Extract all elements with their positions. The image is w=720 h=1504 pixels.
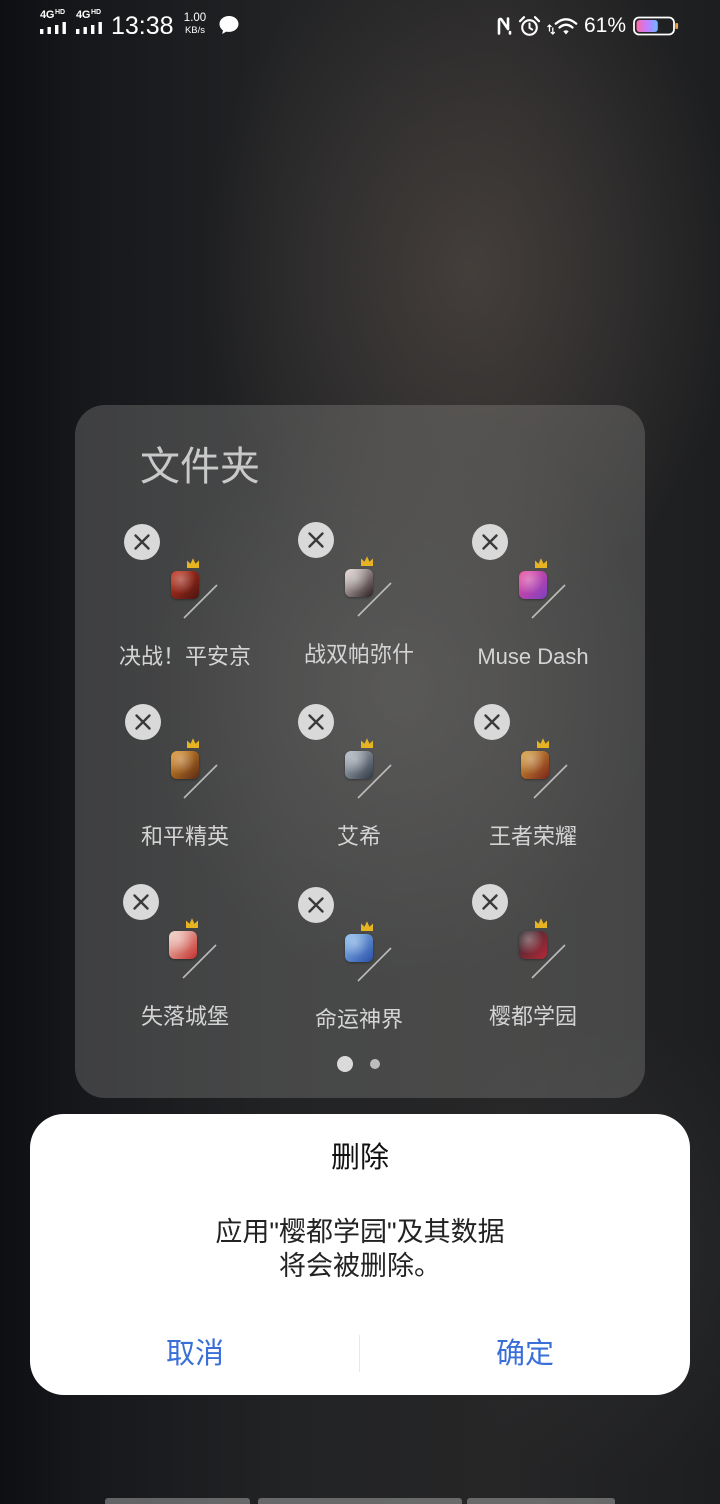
- crown-icon: [361, 556, 373, 566]
- delete-app-button[interactable]: [123, 884, 159, 920]
- close-icon: [308, 532, 324, 548]
- sim1-network-label: 4G: [40, 9, 55, 21]
- delete-app-button[interactable]: [474, 704, 510, 740]
- dialog-message-line-1: 应用"樱都学园"及其数据: [215, 1217, 505, 1247]
- network-speed-unit: KB/s: [184, 25, 206, 36]
- wifi-icon: [547, 18, 578, 35]
- close-icon: [133, 894, 149, 910]
- delete-app-button[interactable]: [124, 524, 160, 560]
- battery-percent: 61%: [584, 14, 627, 37]
- app-label: 和平精英: [140, 824, 229, 849]
- crown-icon: [186, 918, 198, 928]
- app-item-mingyun-shenjie[interactable]: 命运神界: [272, 875, 446, 1055]
- juezhan-pinganjing-app-icon[interactable]: [171, 571, 199, 599]
- aixi-app-icon[interactable]: [345, 751, 373, 779]
- heping-jingying-app-icon[interactable]: [171, 751, 199, 779]
- close-icon: [134, 534, 150, 550]
- sim1-network-badge: HD: [55, 9, 66, 16]
- battery-level-fill: [636, 20, 658, 32]
- delete-app-button[interactable]: [125, 704, 161, 740]
- dialog-message: 应用"樱都学园"及其数据 将会被删除。: [30, 1215, 690, 1283]
- dock-edge: [467, 1498, 615, 1504]
- app-item-muse-dash[interactable]: Muse Dash: [446, 515, 620, 695]
- clock-time: 13:38: [111, 12, 174, 40]
- app-label: 王者荣耀: [488, 824, 577, 849]
- app-item-aixi[interactable]: 艾希: [272, 695, 446, 875]
- app-label: 失落城堡: [140, 1004, 229, 1029]
- signal-bars-icon: [40, 22, 66, 34]
- app-item-yingdu-xueyuan[interactable]: 樱都学园: [446, 875, 620, 1055]
- dock-edge: [105, 1498, 250, 1504]
- close-icon: [482, 894, 498, 910]
- chat-bubble-icon: [219, 16, 239, 34]
- sim1-signal: 4G HD: [40, 9, 70, 35]
- crown-icon: [187, 558, 199, 568]
- network-speed-value: 1.00: [183, 12, 207, 24]
- crown-icon: [535, 918, 547, 928]
- battery-icon: [633, 16, 679, 36]
- close-icon: [308, 714, 324, 730]
- signal-bars-icon: [76, 22, 102, 34]
- app-item-zhanshuang-pamishi[interactable]: 战双帕弥什: [272, 515, 446, 695]
- delete-app-button[interactable]: [298, 887, 334, 923]
- folder-panel: 文件夹 决战！平安京 战双帕弥什 Muse Dash 和平精英 艾希 王者荣耀 …: [75, 405, 645, 1098]
- crown-icon: [361, 738, 373, 748]
- app-item-shiluo-chengbao[interactable]: 失落城堡: [98, 875, 272, 1055]
- zhanshuang-pamishi-app-icon[interactable]: [345, 569, 373, 597]
- delete-app-button[interactable]: [472, 524, 508, 560]
- delete-confirm-dialog: 删除 应用"樱都学园"及其数据 将会被删除。 取消 确定: [30, 1114, 690, 1395]
- shiluo-chengbao-app-icon[interactable]: [169, 931, 197, 959]
- dialog-title: 删除: [330, 1142, 389, 1174]
- app-item-heping-jingying[interactable]: 和平精英: [98, 695, 272, 875]
- close-icon: [482, 534, 498, 550]
- folder-title[interactable]: 文件夹: [140, 443, 260, 491]
- dock-edge: [258, 1498, 462, 1504]
- wangzhe-rongyao-app-icon[interactable]: [521, 751, 549, 779]
- sim2-network-badge: HD: [91, 9, 102, 16]
- crown-icon: [361, 921, 373, 931]
- app-label: 艾希: [336, 824, 381, 849]
- sim2-network-label: 4G: [76, 9, 91, 21]
- yingdu-xueyuan-app-icon[interactable]: [519, 931, 547, 959]
- mingyun-shenjie-app-icon[interactable]: [345, 934, 373, 962]
- close-icon: [308, 897, 324, 913]
- app-label: 樱都学园: [488, 1004, 577, 1029]
- app-label: 战双帕弥什: [303, 642, 414, 667]
- cancel-button[interactable]: 取消: [30, 1314, 360, 1395]
- close-icon: [135, 714, 151, 730]
- crown-icon: [187, 738, 199, 748]
- app-label: 决战！平安京: [118, 644, 251, 669]
- app-item-wangzhe-rongyao[interactable]: 王者荣耀: [446, 695, 620, 875]
- dialog-message-line-2: 将会被删除。: [279, 1251, 441, 1281]
- sim2-signal: 4G HD: [76, 9, 106, 35]
- muse-dash-app-icon[interactable]: [519, 571, 547, 599]
- delete-app-button[interactable]: [298, 522, 334, 558]
- alarm-icon: [518, 16, 541, 36]
- crown-icon: [535, 558, 547, 568]
- delete-app-button[interactable]: [298, 704, 334, 740]
- nfc-icon: [497, 17, 512, 35]
- crown-icon: [537, 738, 549, 748]
- status-bar: 4G HD 4G HD 13:38 1.00 KB/s 61%: [0, 0, 720, 52]
- network-speed: 1.00 KB/s: [179, 12, 211, 37]
- app-label: Muse Dash: [477, 644, 589, 669]
- app-item-juezhan-pinganjing[interactable]: 决战！平安京: [98, 515, 272, 695]
- page-indicator-dot: [370, 1059, 380, 1069]
- close-icon: [484, 714, 500, 730]
- app-label: 命运神界: [314, 1007, 403, 1032]
- delete-app-button[interactable]: [472, 884, 508, 920]
- page-indicator-dot-active: [337, 1056, 353, 1072]
- confirm-button[interactable]: 确定: [360, 1314, 690, 1395]
